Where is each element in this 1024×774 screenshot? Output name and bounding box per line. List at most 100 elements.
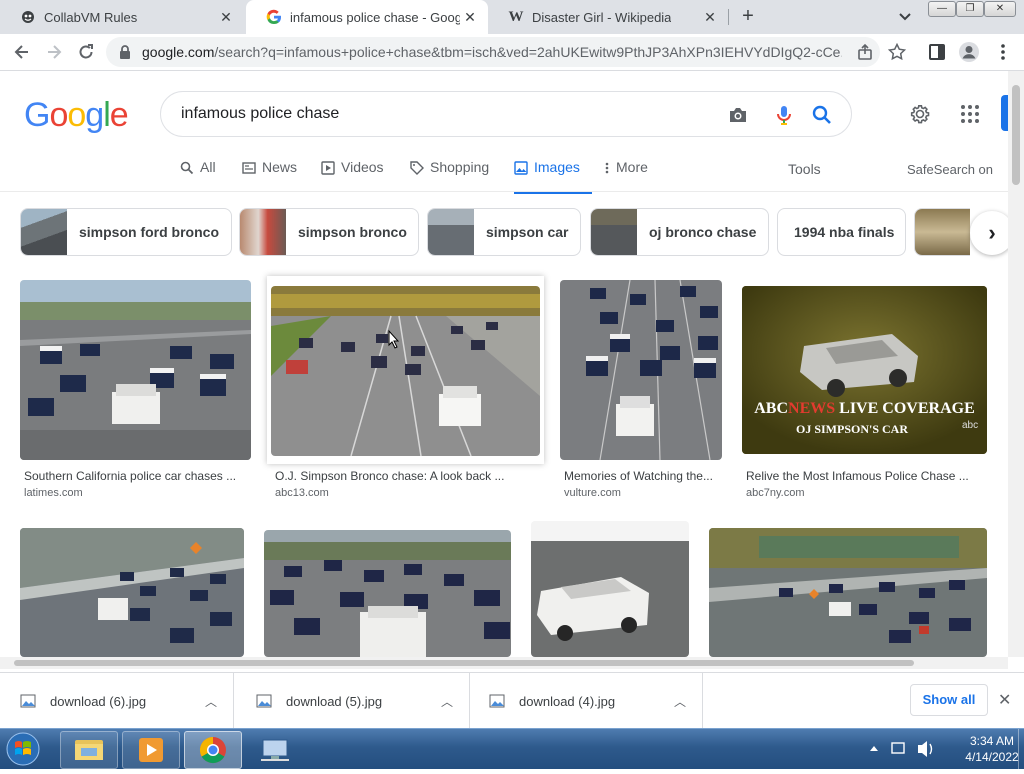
taskbar-media-player[interactable]	[122, 731, 180, 769]
chip-simpson-ford-bronco[interactable]: simpson ford bronco	[20, 208, 232, 256]
address-bar[interactable]: google.com/search?q=infamous+police+chas…	[106, 37, 880, 67]
chip-thumbnail	[591, 209, 637, 255]
result-caption[interactable]: O.J. Simpson Bronco chase: A look back .…	[275, 469, 537, 483]
share-icon[interactable]	[856, 43, 874, 61]
result-thumbnail[interactable]	[264, 530, 511, 657]
chip-thumbnail	[21, 209, 67, 255]
result-thumbnail[interactable]	[560, 280, 722, 460]
chevron-right-icon[interactable]: ›	[970, 211, 1008, 255]
tab-disaster-girl[interactable]: W Disaster Girl - Wikipedia ✕	[488, 0, 728, 34]
image-result[interactable]	[709, 528, 987, 657]
tag-icon	[410, 161, 424, 178]
chip-oj-bronco-chase[interactable]: oj bronco chase	[590, 208, 769, 256]
show-desktop-button[interactable]	[1018, 729, 1024, 769]
result-caption[interactable]: Relive the Most Infamous Police Chase ..…	[746, 469, 986, 483]
taskbar-explorer[interactable]	[60, 731, 118, 769]
result-thumbnail[interactable]	[531, 521, 689, 657]
chip-simpson-bronco[interactable]: simpson bronco	[239, 208, 419, 256]
new-tab-button[interactable]: +	[738, 6, 758, 26]
start-button[interactable]	[2, 730, 44, 768]
chevron-up-icon[interactable]: ︿	[205, 693, 217, 710]
taskbar-app[interactable]	[246, 731, 304, 769]
close-tab-icon[interactable]: ✕	[702, 9, 718, 25]
google-logo[interactable]: Google	[24, 96, 129, 135]
tab-search-chevron-icon[interactable]	[896, 8, 914, 26]
lock-icon[interactable]	[118, 44, 132, 65]
result-thumbnail[interactable]	[271, 286, 540, 456]
tab-collabvm-rules[interactable]: CollabVM Rules ✕	[0, 0, 244, 34]
search-query[interactable]: infamous police chase	[181, 105, 339, 123]
profile-avatar-icon[interactable]	[958, 41, 980, 63]
vertical-scrollbar[interactable]	[1008, 71, 1024, 657]
tab-images[interactable]: Images	[514, 159, 592, 194]
side-panel-icon[interactable]	[928, 43, 946, 61]
result-thumbnail[interactable]	[709, 528, 987, 657]
chevron-up-icon[interactable]: ︿	[674, 693, 686, 710]
close-tab-icon[interactable]: ✕	[218, 9, 234, 25]
network-icon	[891, 742, 905, 754]
bookmark-star-icon[interactable]	[887, 42, 907, 61]
safesearch-button[interactable]: SafeSearch on	[907, 162, 993, 177]
image-result-hovered[interactable]: O.J. Simpson Bronco chase: A look back .…	[271, 280, 540, 500]
forward-arrow-icon[interactable]	[44, 42, 64, 62]
chevron-up-icon[interactable]: ︿	[441, 693, 453, 710]
image-result[interactable]: Southern California police car chases ..…	[20, 280, 251, 500]
camera-icon[interactable]	[727, 104, 749, 126]
chip-simpson-car[interactable]: simpson car	[427, 208, 581, 256]
volume-icon	[918, 741, 927, 757]
tray-chevron-icon	[870, 746, 878, 751]
search-box[interactable]: infamous police chase	[160, 91, 852, 137]
minimize-window-button[interactable]: —	[928, 1, 956, 17]
tab-more[interactable]: More	[604, 159, 648, 191]
search-icon	[180, 161, 194, 178]
image-result[interactable]: ABCNEWS LIVE COVERAGE OJ SIMPSON'S CAR a…	[742, 280, 987, 500]
gear-icon[interactable]	[908, 102, 932, 131]
image-result[interactable]	[20, 528, 244, 657]
show-all-button[interactable]: Show all	[910, 684, 988, 716]
close-window-button[interactable]: ✕	[984, 1, 1016, 17]
result-caption[interactable]: Southern California police car chases ..…	[24, 469, 249, 483]
apps-grid-icon[interactable]	[960, 104, 980, 129]
tab-news[interactable]: News	[242, 159, 297, 191]
image-result[interactable]: Memories of Watching the... vulture.com	[560, 280, 722, 500]
windows-taskbar: 3:34 AM 4/14/2022	[0, 728, 1024, 769]
image-result[interactable]	[264, 530, 511, 657]
kebab-menu-icon[interactable]	[994, 43, 1012, 61]
scrollbar-thumb[interactable]	[14, 660, 914, 666]
tab-shopping[interactable]: Shopping	[410, 159, 489, 191]
downloads-shelf: download (6).jpg ︿ download (5).jpg ︿ do…	[0, 672, 1024, 729]
taskbar-chrome[interactable]	[184, 731, 242, 769]
result-thumbnail[interactable]: ABCNEWS LIVE COVERAGE OJ SIMPSON'S CAR a…	[742, 286, 987, 454]
tools-button[interactable]: Tools	[788, 161, 821, 177]
back-arrow-icon[interactable]	[12, 42, 32, 62]
result-thumbnail[interactable]	[20, 280, 251, 460]
reload-icon[interactable]	[76, 42, 96, 62]
result-source[interactable]: latimes.com	[24, 487, 83, 499]
header-divider	[0, 191, 1008, 192]
close-icon[interactable]: ✕	[998, 690, 1011, 710]
image-result[interactable]	[531, 521, 689, 657]
download-item[interactable]: download (6).jpg ︿	[0, 673, 234, 729]
system-tray	[860, 729, 960, 769]
result-caption[interactable]: Memories of Watching the...	[564, 469, 720, 483]
download-item[interactable]: download (4).jpg ︿	[469, 673, 703, 729]
taskbar-clock[interactable]: 3:34 AM 4/14/2022	[964, 733, 1020, 765]
tab-all[interactable]: All	[180, 159, 216, 191]
tab-google-search[interactable]: infamous police chase - Google S ✕	[246, 0, 488, 34]
media-player-icon	[139, 738, 163, 762]
microphone-icon[interactable]	[773, 104, 795, 126]
result-source[interactable]: abc13.com	[275, 487, 329, 499]
result-source[interactable]: vulture.com	[564, 487, 621, 499]
chip-partial[interactable]	[914, 208, 970, 256]
horizontal-scrollbar[interactable]	[0, 657, 1008, 669]
sign-in-button[interactable]	[1001, 95, 1008, 131]
close-tab-icon[interactable]: ✕	[462, 9, 478, 25]
scrollbar-thumb[interactable]	[1012, 85, 1020, 185]
result-thumbnail[interactable]	[20, 528, 244, 657]
tab-videos[interactable]: Videos	[321, 159, 384, 191]
result-source[interactable]: abc7ny.com	[746, 487, 805, 499]
maximize-window-button[interactable]: ❐	[956, 1, 984, 17]
search-icon[interactable]	[811, 104, 833, 126]
download-item[interactable]: download (5).jpg ︿	[236, 673, 470, 729]
chip-1994-nba-finals[interactable]: 1994 nba finals	[777, 208, 906, 256]
